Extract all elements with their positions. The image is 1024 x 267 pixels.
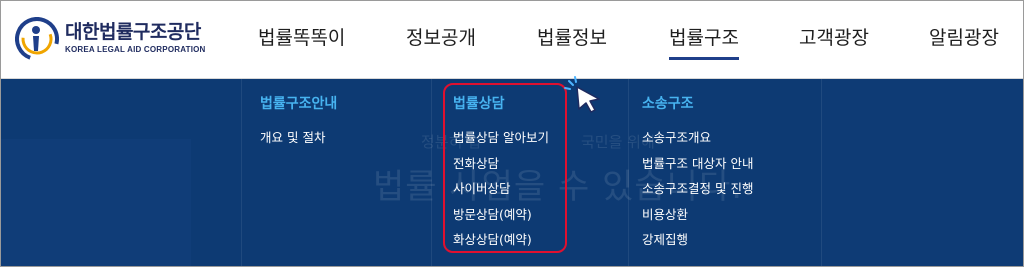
nav-item-info-disclosure[interactable]: 정보공개 xyxy=(406,23,476,50)
highlight-box xyxy=(443,83,567,253)
submenu-title-litigation[interactable]: 소송구조 xyxy=(642,93,753,113)
column-divider xyxy=(628,79,629,266)
column-divider xyxy=(241,79,242,266)
column-divider xyxy=(821,79,822,266)
nav-item-legal-info[interactable]: 법률정보 xyxy=(537,23,607,50)
submenu-title-guide[interactable]: 법률구조안내 xyxy=(260,93,337,113)
nav-item-notice-plaza[interactable]: 알림광장 xyxy=(929,23,999,50)
site-header: 대한법률구조공단 KOREA LEGAL AID CORPORATION 법률똑… xyxy=(1,1,1023,79)
mouse-cursor-icon xyxy=(564,76,600,113)
nav-item-legal-aid[interactable]: 법률구조 xyxy=(669,23,739,60)
submenu-item-litigation-overview[interactable]: 소송구조개요 xyxy=(642,129,753,155)
page-frame: 대한법률구조공단 KOREA LEGAL AID CORPORATION 법률똑… xyxy=(0,0,1024,267)
submenu-column-litigation: 소송구조 소송구조개요 법률구조 대상자 안내 소송구조결정 및 진행 비용상환… xyxy=(642,93,753,257)
submenu-item-decision-progress[interactable]: 소송구조결정 및 진행 xyxy=(642,180,753,206)
nav-item-legal-smart[interactable]: 법률똑똑이 xyxy=(258,23,345,50)
submenu-item-overview[interactable]: 개요 및 절차 xyxy=(260,129,337,155)
submenu-column-guide: 법률구조안내 개요 및 절차 xyxy=(260,93,337,155)
submenu-item-eligibility[interactable]: 법률구조 대상자 안내 xyxy=(642,155,753,181)
submenu-item-enforcement[interactable]: 강제집행 xyxy=(642,231,753,257)
nav-item-customer-plaza[interactable]: 고객광장 xyxy=(799,23,869,50)
main-navigation: 법률똑똑이 정보공개 법률정보 법률구조 고객광장 알림광장 xyxy=(1,1,1023,78)
submenu-item-cost-repayment[interactable]: 비용상환 xyxy=(642,206,753,232)
column-divider xyxy=(431,79,432,266)
